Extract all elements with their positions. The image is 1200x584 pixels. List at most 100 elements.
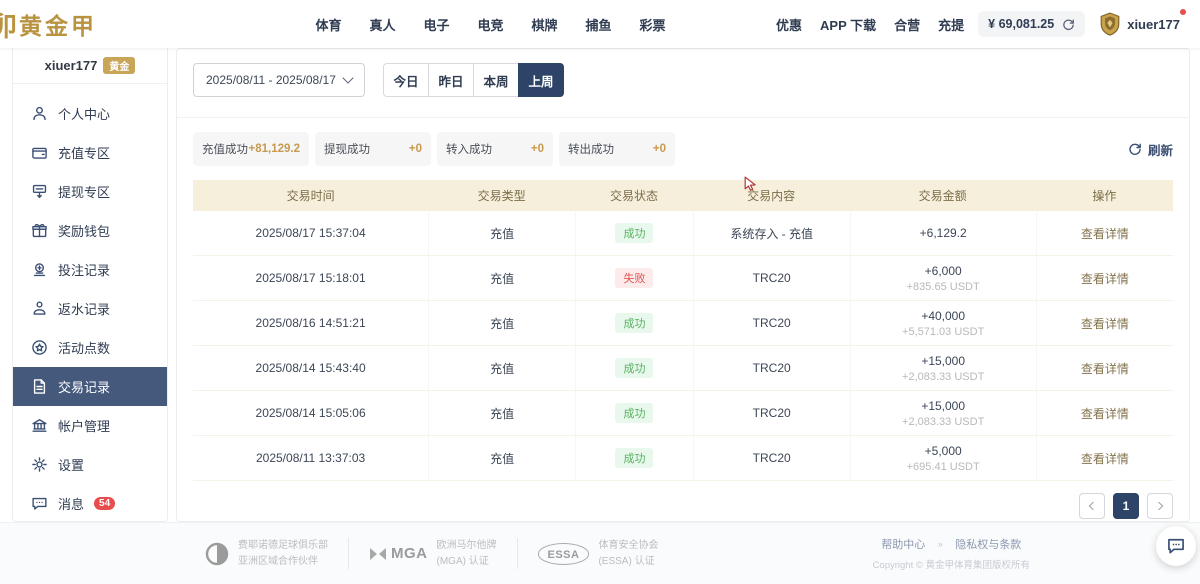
top-bar: 卯 黄金甲 体育 真人 电子 电竞 棋牌 捕鱼 彩票 优惠 APP 下载合营充提 ¥ 69,0… [0, 0, 1200, 48]
cell-time: 2025/08/14 15:43:40 [193, 361, 428, 375]
footer-link-separator-icon: » [935, 541, 945, 548]
gift-icon [31, 222, 48, 239]
sidebar-item[interactable]: 活动点数 [13, 328, 167, 367]
transactions-table: 交易时间交易类型交易状态交易内容交易金额操作 2025/08/17 15:37:… [193, 180, 1173, 481]
chat-button[interactable] [1156, 526, 1196, 566]
stat-label: 充值成功 [202, 141, 248, 157]
sidebar-item[interactable]: 奖励钱包 [13, 211, 167, 250]
certification-item: ESSA 体育安全协会 (ESSA) 认证 [517, 538, 679, 569]
cell-status: 成功 [575, 436, 693, 480]
view-details-link[interactable]: 查看详情 [1081, 360, 1129, 377]
cell-content: 系统存入 - 充值 [693, 211, 850, 255]
nav-item[interactable]: 体育 [315, 15, 341, 34]
balance-amount: ¥ 69,081.25 [988, 17, 1054, 31]
certification-item: MGA 欧洲马尔他牌 (MGA) 认证 [348, 538, 517, 569]
stat-value: +0 [531, 143, 544, 155]
star-icon [31, 339, 48, 356]
cell-type: 充值 [428, 346, 575, 390]
view-details-link[interactable]: 查看详情 [1081, 270, 1129, 287]
page-number-button[interactable]: 1 [1113, 493, 1139, 519]
sidebar-item[interactable]: 充值专区 [13, 133, 167, 172]
view-details-link[interactable]: 查看详情 [1081, 450, 1129, 467]
footer-links: 帮助中心 » 隐私权与条款 [873, 536, 1030, 552]
cell-amount: +40,000 +5,571.03 USDT [850, 301, 1036, 345]
sidebar-item[interactable]: 交易记录 [13, 367, 167, 406]
stat-label: 转入成功 [446, 141, 492, 157]
nav-item[interactable]: 棋牌 [532, 15, 558, 34]
cell-status: 成功 [575, 391, 693, 435]
sidebar-item[interactable]: 帐户管理 [13, 406, 167, 445]
top-link[interactable]: 充提 [938, 15, 964, 34]
cert-line: (MGA) 认证 [437, 554, 497, 570]
cell-time: 2025/08/17 15:18:01 [193, 271, 428, 285]
footer-link[interactable]: 帮助中心 [881, 536, 925, 552]
sidebar-item-label: 奖励钱包 [58, 221, 110, 240]
prev-page-button[interactable] [1079, 493, 1105, 519]
date-range-select[interactable]: 2025/08/11 - 2025/08/17 [193, 63, 365, 97]
period-tabs: 今日昨日本周上周 [383, 63, 564, 97]
stat-value: +0 [409, 143, 422, 155]
refresh-button[interactable]: 刷新 [1128, 140, 1173, 159]
sidebar-item-label: 返水记录 [58, 299, 110, 318]
top-link[interactable]: 合营 [894, 15, 920, 34]
amount-usdt: +2,083.33 USDT [902, 371, 984, 383]
next-page-button[interactable] [1147, 493, 1173, 519]
notification-dot [1180, 9, 1186, 15]
nav-item[interactable]: 真人 [369, 15, 395, 34]
essa-logo: ESSA [538, 543, 590, 565]
period-tab[interactable]: 上周 [518, 63, 564, 97]
sidebar-item-label: 交易记录 [58, 377, 110, 396]
cell-action: 查看详情 [1036, 256, 1173, 300]
cell-time: 2025/08/17 15:37:04 [193, 226, 428, 240]
sidebar: xiuer177 黄金 个人中心 充值专区 提现专区 奖励钱包 投注记录 返水记… [12, 48, 168, 522]
refresh-icon [1128, 142, 1142, 156]
sidebar-item[interactable]: 设置 [13, 445, 167, 484]
view-details-link[interactable]: 查看详情 [1081, 315, 1129, 332]
top-link[interactable]: APP 下载 [820, 15, 876, 34]
sidebar-item[interactable]: 个人中心 [13, 94, 167, 133]
document-icon [31, 378, 48, 395]
page: 卯 黄金甲 体育 真人 电子 电竞 棋牌 捕鱼 彩票 优惠 APP 下载合营充提 ¥ 69,0… [0, 0, 1200, 584]
sidebar-item[interactable]: 消息 54 [13, 484, 167, 523]
cell-amount: +15,000 +2,083.33 USDT [850, 391, 1036, 435]
period-tab[interactable]: 昨日 [428, 63, 474, 97]
cell-amount: +6,129.2 [850, 211, 1036, 255]
view-details-link[interactable]: 查看详情 [1081, 405, 1129, 422]
user-chip[interactable]: xiuer177 [1099, 12, 1186, 36]
feyenoord-logo [205, 542, 229, 566]
view-details-link[interactable]: 查看详情 [1081, 225, 1129, 242]
table-header: 交易时间交易类型交易状态交易内容交易金额操作 [193, 180, 1173, 211]
summary-stat: 充值成功 +81,129.2 [193, 132, 309, 166]
cert-line: 费耶诺德足球俱乐部 [238, 538, 328, 554]
sidebar-item[interactable]: 返水记录 [13, 289, 167, 328]
amount: +40,000 [921, 309, 965, 323]
top-links: 优惠 APP 下载合营充提 [776, 15, 964, 34]
sidebar-item[interactable]: 提现专区 [13, 172, 167, 211]
cert-line: 亚洲区域合作伙伴 [238, 554, 328, 570]
top-link[interactable]: 优惠 [776, 15, 802, 34]
refresh-icon[interactable] [1062, 18, 1075, 31]
sidebar-item-label: 帐户管理 [58, 416, 110, 435]
date-range-value: 2025/08/11 - 2025/08/17 [206, 73, 336, 87]
sidebar-item-label: 消息 [58, 494, 84, 513]
sidebar-item[interactable]: 投注记录 [13, 250, 167, 289]
nav-item[interactable]: 捕鱼 [586, 15, 612, 34]
balance-pill[interactable]: ¥ 69,081.25 [978, 11, 1085, 37]
wallet-icon [31, 144, 48, 161]
message-count-badge: 54 [94, 497, 115, 510]
nav-item[interactable]: 电竞 [478, 15, 504, 34]
cell-action: 查看详情 [1036, 211, 1173, 255]
nav-item[interactable]: 彩票 [640, 15, 666, 34]
amount: +15,000 [921, 399, 965, 413]
brand-logo[interactable]: 卯 黄金甲 [0, 5, 205, 44]
content: xiuer177 黄金 个人中心 充值专区 提现专区 奖励钱包 投注记录 返水记… [0, 48, 1200, 522]
table-row: 2025/08/17 15:37:04 充值 成功 系统存入 - 充值 +6,1… [193, 211, 1173, 256]
footer-link[interactable]: 隐私权与条款 [955, 536, 1021, 552]
cell-action: 查看详情 [1036, 391, 1173, 435]
sidebar-item-label: 提现专区 [58, 182, 110, 201]
nav-item[interactable]: 电子 [423, 15, 449, 34]
period-tab[interactable]: 本周 [473, 63, 519, 97]
withdraw-icon [31, 183, 48, 200]
cell-status: 失败 [575, 256, 693, 300]
period-tab[interactable]: 今日 [383, 63, 429, 97]
